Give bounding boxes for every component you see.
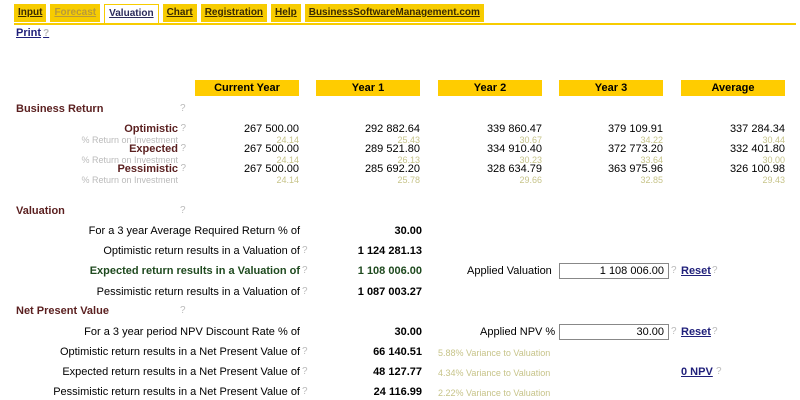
column-header-year-2: Year 2 xyxy=(438,80,542,96)
pessimistic-valuation-value: 1 087 003.27 xyxy=(357,286,422,298)
pessimistic-current-year: 267 500.00 xyxy=(243,163,299,175)
applied-valuation-label: Applied Valuation xyxy=(467,265,552,277)
row-label-optimistic-wrap: Optimistic ? xyxy=(0,123,186,135)
expected-npv-value: 48 127.77 xyxy=(373,366,422,378)
pessimistic-roi-year-2: 29.66 xyxy=(519,175,542,185)
row-label-pessimistic: Pessimistic xyxy=(117,163,178,175)
row-label-optimistic: Optimistic xyxy=(124,123,178,135)
pessimistic-year-3: 363 975.96 xyxy=(607,163,663,175)
tab-website[interactable]: BusinessSoftwareManagement.com xyxy=(304,4,484,22)
zero-npv-link[interactable]: 0 NPV xyxy=(681,366,713,378)
pessimistic-npv-label: Pessimistic return results in a Net Pres… xyxy=(53,386,300,398)
valuation-title: Valuation xyxy=(16,205,65,217)
optimistic-valuation-value: 1 124 281.13 xyxy=(357,245,422,257)
help-icon[interactable]: ? xyxy=(302,245,308,256)
business-return-title: Business Return xyxy=(16,103,104,115)
optimistic-year-3: 379 109.91 xyxy=(607,123,663,135)
help-icon[interactable]: ? xyxy=(302,366,308,377)
help-icon[interactable]: ? xyxy=(180,143,186,154)
expected-year-3: 372 773.20 xyxy=(607,143,663,155)
pessimistic-roi-year-3: 32.85 xyxy=(640,175,663,185)
applied-npv-input[interactable] xyxy=(559,324,669,340)
row-label-pessimistic-wrap: Pessimistic ? xyxy=(0,163,186,175)
help-icon[interactable]: ? xyxy=(43,28,49,39)
applied-valuation-input[interactable] xyxy=(559,263,669,279)
tab-registration[interactable]: Registration xyxy=(200,4,268,22)
pessimistic-average: 326 100.98 xyxy=(729,163,785,175)
required-return-value: 30.00 xyxy=(394,225,422,237)
npv-rate-label: For a 3 year period NPV Discount Rate % … xyxy=(84,326,300,338)
expected-valuation-label: Expected return results in a Valuation o… xyxy=(89,265,300,277)
tab-bar: Input Forecast Valuation Chart Registrat… xyxy=(14,4,484,24)
column-header-current-year: Current Year xyxy=(195,80,299,96)
pessimistic-npv-value: 24 116.99 xyxy=(373,386,422,398)
help-icon[interactable]: ? xyxy=(671,326,677,337)
pessimistic-roi-year-1: 25.78 xyxy=(397,175,420,185)
optimistic-valuation-label: Optimistic return results in a Valuation… xyxy=(103,245,300,257)
tab-chart[interactable]: Chart xyxy=(162,4,197,22)
help-icon[interactable]: ? xyxy=(712,326,718,337)
expected-current-year: 267 500.00 xyxy=(243,143,299,155)
column-header-year-1: Year 1 xyxy=(316,80,420,96)
help-icon[interactable]: ? xyxy=(180,305,186,316)
pessimistic-year-1: 285 692.20 xyxy=(364,163,420,175)
expected-year-2: 334 910.40 xyxy=(486,143,542,155)
tab-forecast[interactable]: Forecast xyxy=(50,4,101,22)
pessimistic-valuation-label: Pessimistic return results in a Valuatio… xyxy=(96,286,300,298)
optimistic-current-year: 267 500.00 xyxy=(243,123,299,135)
optimistic-average: 337 284.34 xyxy=(729,123,785,135)
help-icon[interactable]: ? xyxy=(302,265,308,276)
tab-help[interactable]: Help xyxy=(271,4,301,22)
help-icon[interactable]: ? xyxy=(671,265,677,276)
reset-valuation-link[interactable]: Reset xyxy=(681,265,711,277)
column-header-average: Average xyxy=(681,80,785,96)
help-icon[interactable]: ? xyxy=(180,123,186,134)
applied-npv-label: Applied NPV % xyxy=(480,326,556,338)
tab-input[interactable]: Input xyxy=(14,4,47,22)
expected-year-1: 289 521.80 xyxy=(364,143,420,155)
npv-title: Net Present Value xyxy=(16,305,109,317)
help-icon[interactable]: ? xyxy=(716,366,722,377)
required-return-label: For a 3 year Average Required Return % o… xyxy=(88,225,300,237)
help-icon[interactable]: ? xyxy=(180,103,186,114)
pessimistic-year-2: 328 634.79 xyxy=(486,163,542,175)
pessimistic-roi-current-year: 24.14 xyxy=(276,175,299,185)
expected-average: 332 401.80 xyxy=(729,143,785,155)
expected-valuation-value: 1 108 006.00 xyxy=(357,265,422,277)
optimistic-year-1: 292 882.64 xyxy=(364,123,420,135)
pessimistic-npv-variance: 2.22% Variance to Valuation xyxy=(438,388,551,398)
help-icon[interactable]: ? xyxy=(302,346,308,357)
help-icon[interactable]: ? xyxy=(180,205,186,216)
help-icon[interactable]: ? xyxy=(302,286,308,297)
help-icon[interactable]: ? xyxy=(712,265,718,276)
help-icon[interactable]: ? xyxy=(302,386,308,397)
optimistic-npv-variance: 5.88% Variance to Valuation xyxy=(438,348,551,358)
row-label-expected: Expected xyxy=(129,143,178,155)
roi-sub-label: % Return on Investment xyxy=(81,175,178,185)
optimistic-npv-value: 66 140.51 xyxy=(373,346,422,358)
row-label-expected-wrap: Expected ? xyxy=(0,143,186,155)
expected-npv-variance: 4.34% Variance to Valuation xyxy=(438,368,551,378)
npv-rate-value: 30.00 xyxy=(394,326,422,338)
reset-npv-link[interactable]: Reset xyxy=(681,326,711,338)
column-header-year-3: Year 3 xyxy=(559,80,663,96)
optimistic-npv-label: Optimistic return results in a Net Prese… xyxy=(59,346,300,358)
help-icon[interactable]: ? xyxy=(180,163,186,174)
tab-underline xyxy=(14,23,796,25)
expected-npv-label: Expected return results in a Net Present… xyxy=(62,366,300,378)
pessimistic-roi-average: 29.43 xyxy=(762,175,785,185)
tab-valuation[interactable]: Valuation xyxy=(104,4,159,24)
optimistic-year-2: 339 860.47 xyxy=(486,123,542,135)
print-link[interactable]: Print? xyxy=(16,27,49,39)
